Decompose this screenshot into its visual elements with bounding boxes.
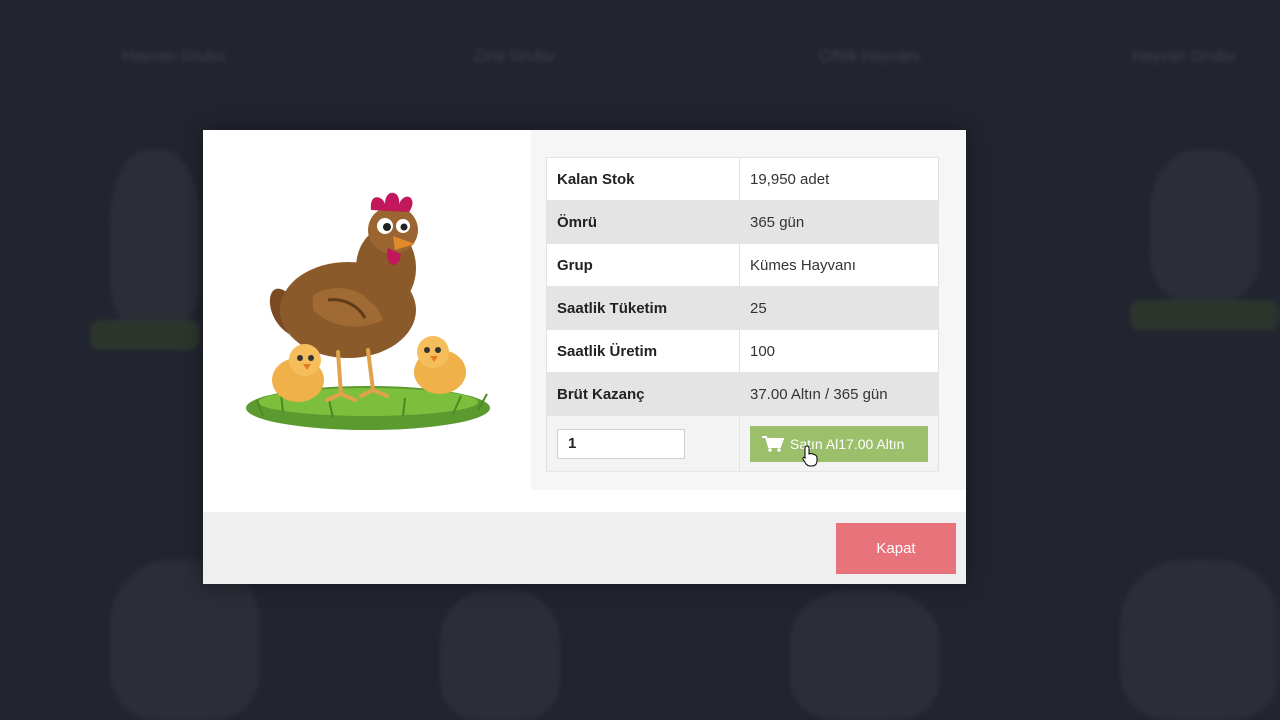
row-label: Saatlik Üretim <box>546 329 740 373</box>
product-modal: Kalan Stok 19,950 adet Ömrü 365 gün Grup… <box>203 130 966 584</box>
table-row: Ömrü 365 gün <box>546 200 939 244</box>
row-value: 100 <box>739 329 939 373</box>
close-button[interactable]: Kapat <box>836 523 956 574</box>
buy-button[interactable]: Satın Al17.00 Altın <box>750 425 928 462</box>
row-label: Grup <box>546 243 740 287</box>
row-label: Ömrü <box>546 200 740 244</box>
row-label: Brüt Kazanç <box>546 372 740 416</box>
quantity-cell <box>546 415 740 472</box>
quantity-input[interactable] <box>557 428 685 459</box>
table-row: Kalan Stok 19,950 adet <box>546 157 939 201</box>
modal-body: Kalan Stok 19,950 adet Ömrü 365 gün Grup… <box>203 130 966 512</box>
row-value: 365 gün <box>739 200 939 244</box>
row-label: Saatlik Tüketim <box>546 286 740 330</box>
row-value: Kümes Hayvanı <box>739 243 939 287</box>
details-panel: Kalan Stok 19,950 adet Ömrü 365 gün Grup… <box>531 130 966 490</box>
shopping-cart-icon <box>762 435 784 452</box>
buy-cell: Satın Al17.00 Altın <box>739 415 939 472</box>
details-table: Kalan Stok 19,950 adet Ömrü 365 gün Grup… <box>546 157 939 472</box>
row-value: 37.00 Altın / 365 gün <box>739 372 939 416</box>
table-row: Brüt Kazanç 37.00 Altın / 365 gün <box>546 372 939 416</box>
table-row: Saatlik Tüketim 25 <box>546 286 939 330</box>
purchase-row: Satın Al17.00 Altın <box>546 415 939 472</box>
table-row: Saatlik Üretim 100 <box>546 329 939 373</box>
modal-footer: Kapat <box>203 512 966 584</box>
row-label: Kalan Stok <box>546 157 740 201</box>
row-value: 25 <box>739 286 939 330</box>
hand-pointer-icon <box>802 445 818 467</box>
row-value: 19,950 adet <box>739 157 939 201</box>
table-row: Grup Kümes Hayvanı <box>546 243 939 287</box>
hen-with-chicks-illustration <box>246 192 490 430</box>
